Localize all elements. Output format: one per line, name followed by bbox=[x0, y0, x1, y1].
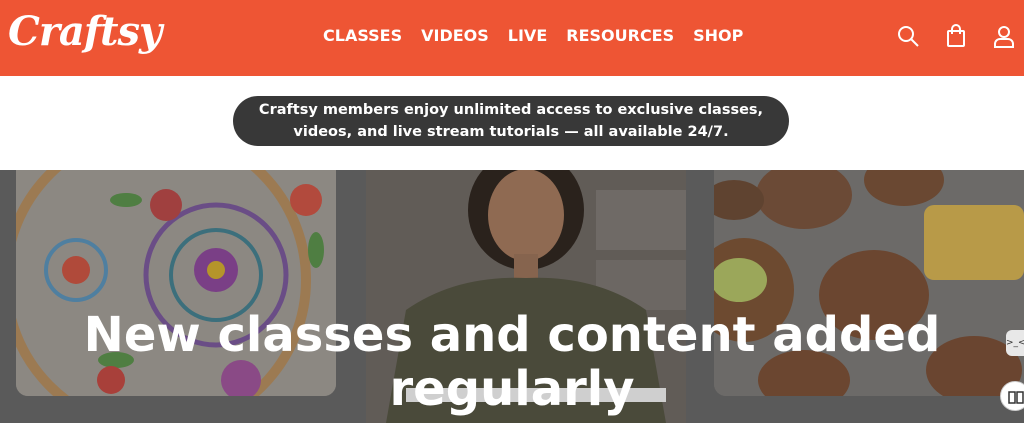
craftsy-logo[interactable]: Craftsy bbox=[8, 8, 162, 56]
user-icon[interactable] bbox=[992, 24, 1016, 48]
hero-headline: New classes and content added regularly bbox=[0, 308, 1024, 416]
reader-book-icon[interactable] bbox=[1000, 381, 1024, 411]
site-header: Craftsy CLASSES VIDEOS LIVE RESOURCES SH… bbox=[0, 0, 1024, 76]
hero-headline-line-1: New classes and content added bbox=[83, 307, 941, 363]
nav-item-classes[interactable]: CLASSES bbox=[323, 26, 402, 46]
announcement-line-2: videos, and live stream tutorials — all … bbox=[293, 124, 729, 140]
nav-item-videos[interactable]: VIDEOS bbox=[421, 26, 489, 46]
hero-headline-line-2: regularly bbox=[389, 361, 635, 417]
nav-item-live[interactable]: LIVE bbox=[508, 26, 547, 46]
hero-section: New classes and content added regularly bbox=[0, 170, 1024, 423]
announcement-line-1: Craftsy members enjoy unlimited access t… bbox=[258, 102, 764, 118]
nav-item-shop[interactable]: SHOP bbox=[693, 26, 743, 46]
nav-item-resources[interactable]: RESOURCES bbox=[566, 26, 674, 46]
announcement-band: Craftsy members enjoy unlimited access t… bbox=[0, 76, 1024, 170]
side-feedback-tab[interactable]: >_< bbox=[1006, 330, 1024, 356]
announcement-pill: Craftsy members enjoy unlimited access t… bbox=[233, 96, 789, 146]
main-nav: CLASSES VIDEOS LIVE RESOURCES SHOP bbox=[323, 26, 762, 46]
shopping-bag-icon[interactable] bbox=[944, 24, 968, 48]
search-icon[interactable] bbox=[896, 24, 920, 48]
